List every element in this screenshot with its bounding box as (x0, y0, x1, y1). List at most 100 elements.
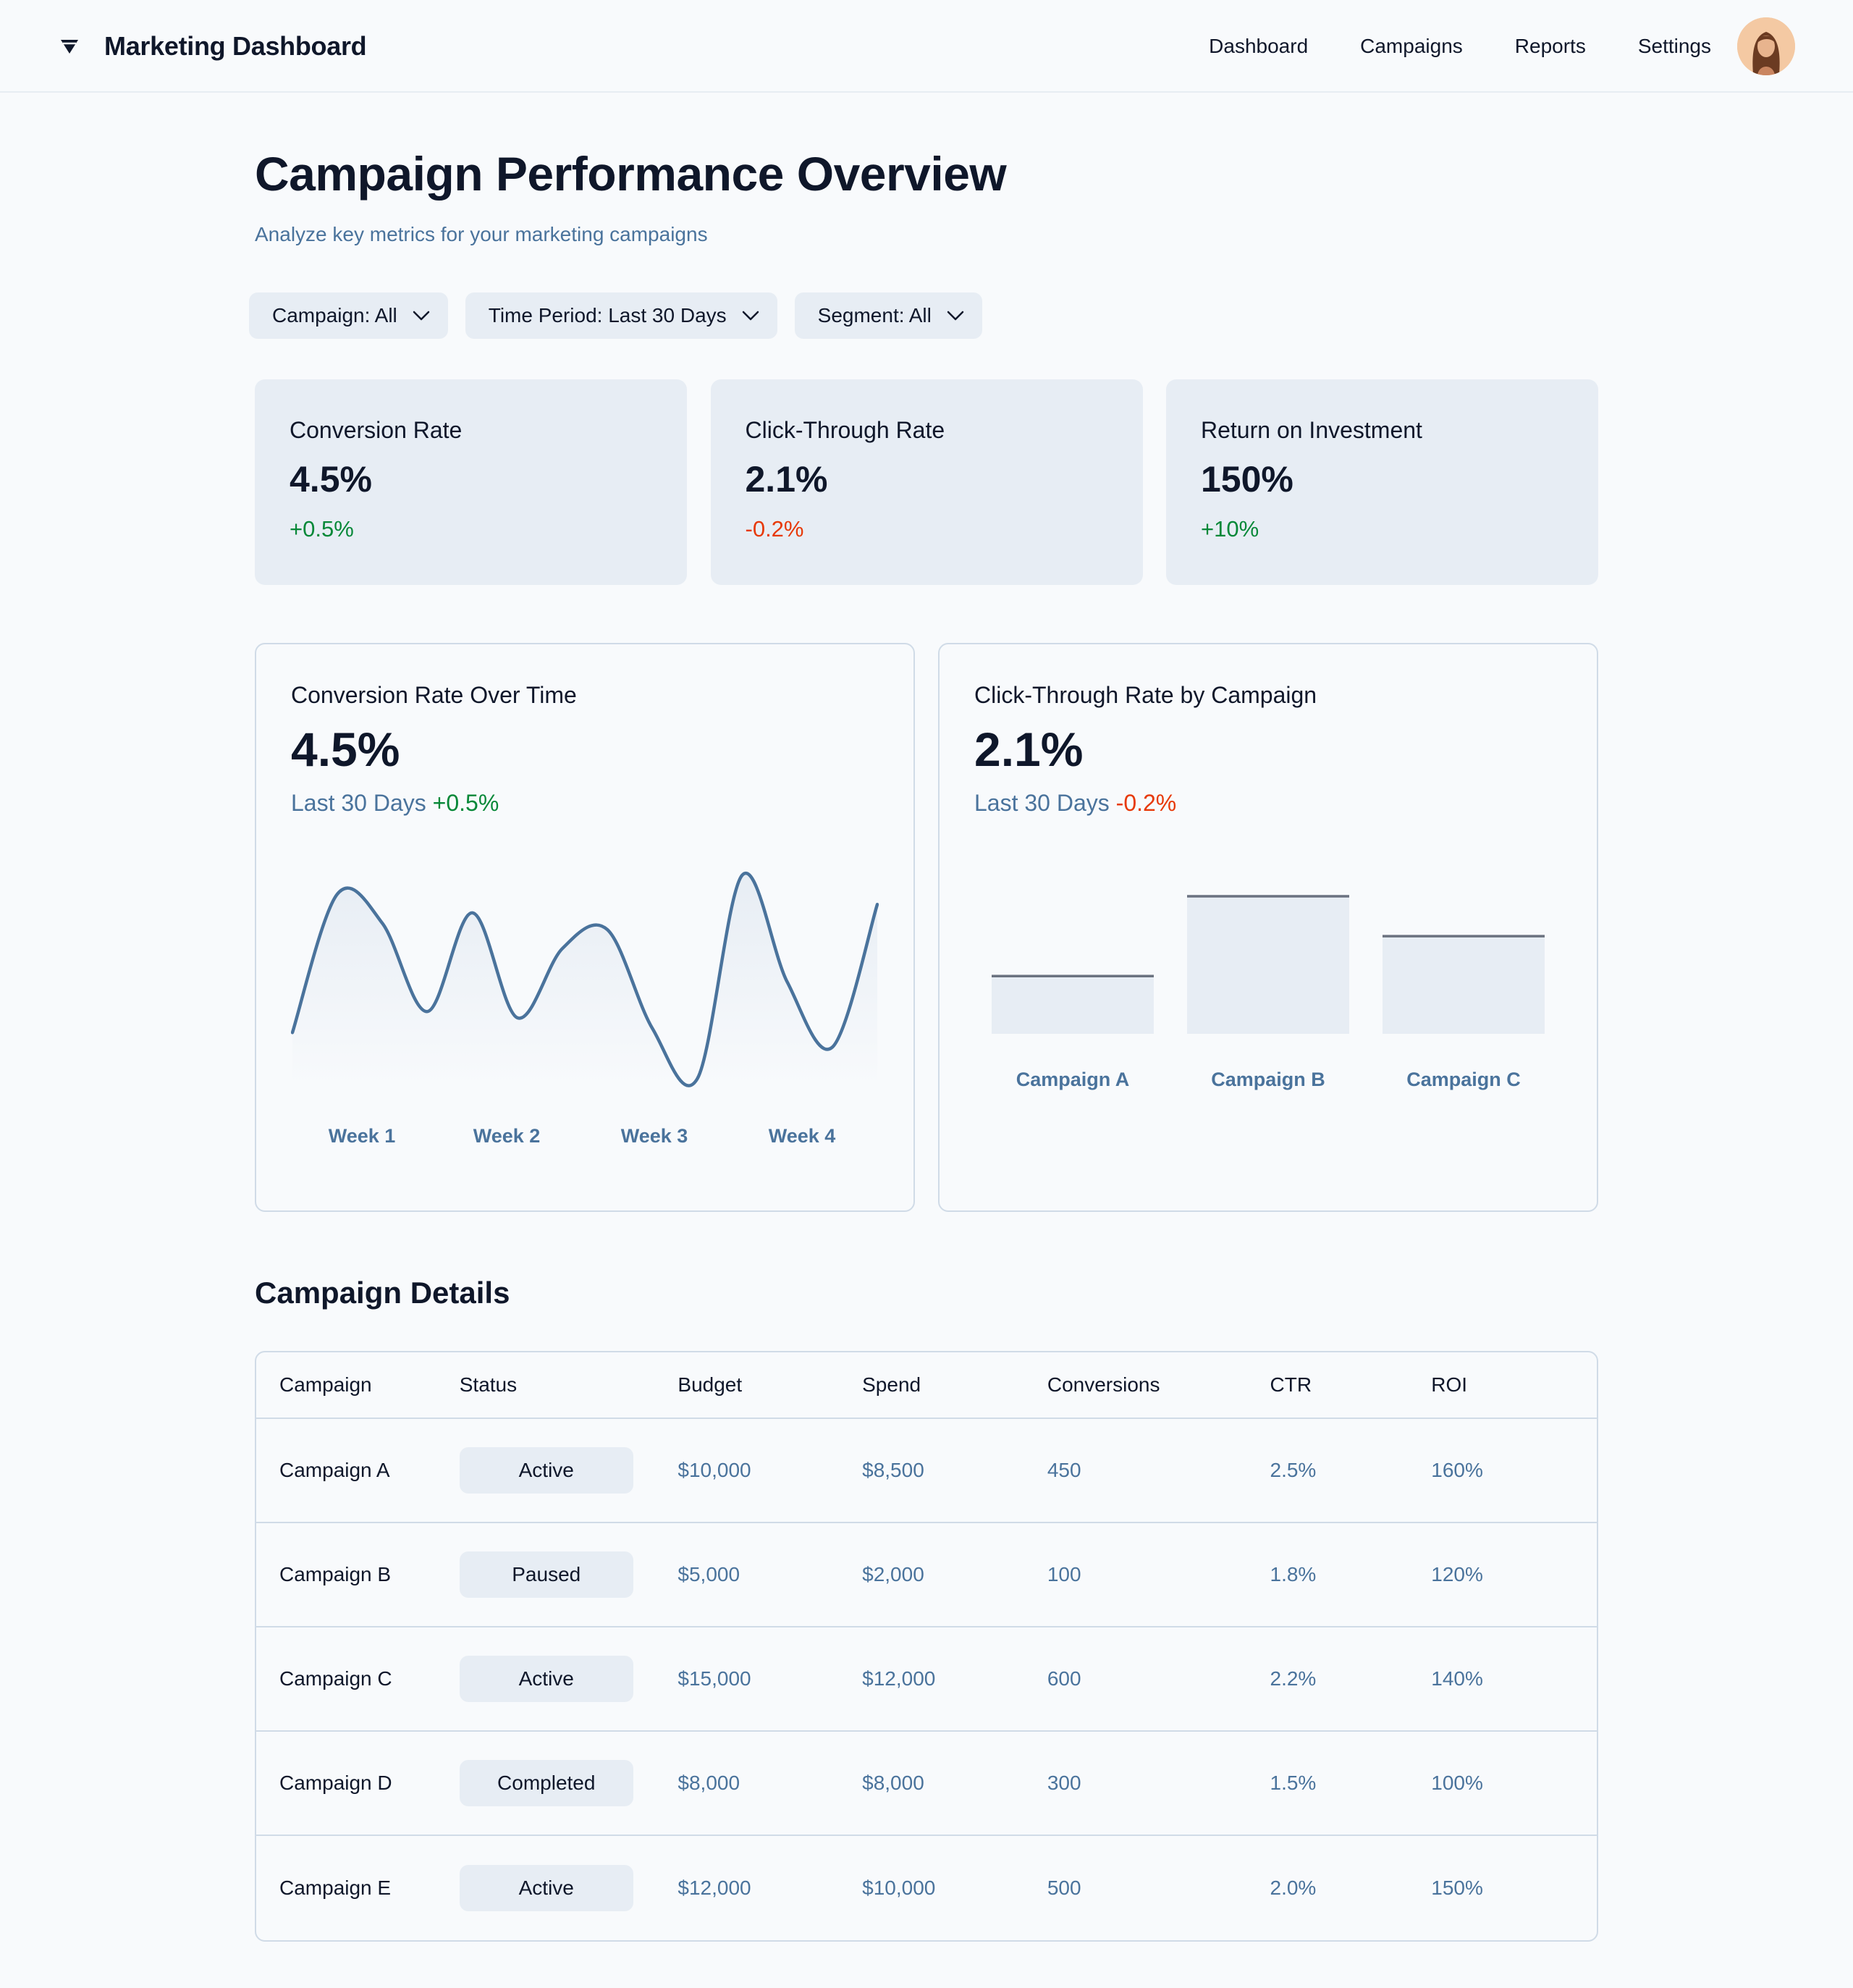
logo-icon (56, 33, 83, 59)
cell-budget: $5,000 (678, 1563, 740, 1585)
chart-subtitle: Last 30 Days +0.5% (291, 790, 879, 817)
cell-ctr: 2.2% (1270, 1667, 1317, 1690)
chart-title: Click-Through Rate by Campaign (974, 682, 1317, 708)
cell-conversions: 300 (1047, 1772, 1081, 1794)
campaign-details-table: Campaign Status Budget Spend Conversions… (255, 1351, 1598, 1942)
cell-roi: 160% (1431, 1459, 1483, 1481)
chart-value: 4.5% (291, 723, 400, 776)
table-row[interactable]: Campaign D Completed $8,000 $8,000 300 1… (256, 1732, 1597, 1836)
cell-conversions: 500 (1047, 1877, 1081, 1899)
cell-spend: $8,000 (862, 1772, 924, 1794)
table-row[interactable]: Campaign B Paused $5,000 $2,000 100 1.8%… (256, 1523, 1597, 1627)
filter-campaign[interactable]: Campaign: All (249, 292, 448, 339)
cell-roi: 150% (1431, 1877, 1483, 1899)
chart-x-tick-label: Week 2 (473, 1125, 541, 1147)
ctr-bar-chart: Campaign A Campaign B Campaign C (992, 895, 1545, 1090)
filter-segment[interactable]: Segment: All (794, 292, 982, 339)
cell-campaign: Campaign E (279, 1877, 392, 1899)
chart-value: 2.1% (974, 723, 1084, 776)
cell-campaign: Campaign A (279, 1459, 390, 1481)
kpi-cards: Conversion Rate 4.5% +0.5% Click-Through… (255, 379, 1598, 585)
top-navigation-bar: Marketing Dashboard Dashboard Campaigns … (0, 0, 1853, 93)
chevron-down-icon (740, 305, 761, 327)
cell-status: Active (459, 1656, 678, 1702)
status-badge[interactable]: Active (459, 1656, 633, 1702)
status-badge[interactable]: Completed (459, 1760, 633, 1806)
chart-bar (1383, 936, 1545, 1034)
chart-category-label: Campaign C (1406, 1069, 1521, 1090)
section-title: Campaign Details (255, 1276, 510, 1310)
cell-ctr: 1.8% (1270, 1563, 1317, 1585)
cell-roi: 120% (1431, 1563, 1483, 1585)
column-header[interactable]: ROI (1431, 1373, 1597, 1397)
filter-segment-label: Segment: All (817, 304, 932, 327)
stat-value: 2.1% (745, 459, 828, 500)
column-header[interactable]: CTR (1270, 1373, 1432, 1397)
cell-spend: $2,000 (862, 1563, 924, 1585)
stat-label: Conversion Rate (290, 417, 463, 443)
column-header[interactable]: Conversions (1047, 1373, 1270, 1397)
cell-conversions: 600 (1047, 1667, 1081, 1690)
cell-spend: $8,500 (862, 1459, 924, 1481)
cell-spend: $10,000 (862, 1877, 936, 1899)
column-header[interactable]: Campaign (256, 1373, 460, 1397)
page-subtitle: Analyze key metrics for your marketing c… (255, 223, 708, 245)
status-badge[interactable]: Active (459, 1865, 633, 1911)
nav-dashboard[interactable]: Dashboard (1209, 35, 1308, 58)
stat-label: Click-Through Rate (745, 417, 945, 443)
stat-delta: +10% (1201, 516, 1259, 542)
column-header[interactable]: Spend (862, 1373, 1047, 1397)
cell-conversions: 450 (1047, 1459, 1081, 1481)
nav-campaigns[interactable]: Campaigns (1360, 35, 1463, 58)
chart-title: Conversion Rate Over Time (291, 682, 577, 708)
stat-delta: -0.2% (745, 516, 804, 542)
chart-period: Last 30 Days (291, 790, 426, 816)
cell-ctr: 1.5% (1270, 1772, 1317, 1794)
cell-budget: $15,000 (678, 1667, 751, 1690)
chart-category-label: Campaign B (1211, 1069, 1325, 1090)
filter-time-period[interactable]: Time Period: Last 30 Days (465, 292, 777, 339)
chart-x-tick-label: Week 3 (621, 1125, 688, 1147)
stat-value: 150% (1201, 459, 1293, 500)
stat-value: 4.5% (290, 459, 372, 500)
cell-ctr: 2.0% (1270, 1877, 1317, 1899)
table-row[interactable]: Campaign A Active $10,000 $8,500 450 2.5… (256, 1419, 1597, 1523)
conversion-rate-chart-card: Conversion Rate Over Time 4.5% Last 30 D… (255, 643, 915, 1212)
table-header-row: Campaign Status Budget Spend Conversions… (256, 1352, 1597, 1419)
table-row[interactable]: Campaign C Active $15,000 $12,000 600 2.… (256, 1627, 1597, 1732)
stat-delta: +0.5% (290, 516, 354, 542)
brand[interactable]: Marketing Dashboard (56, 0, 367, 93)
chart-category-label: Campaign A (1016, 1069, 1130, 1090)
user-avatar[interactable] (1737, 17, 1795, 75)
chevron-down-icon (945, 305, 966, 327)
cell-budget: $10,000 (678, 1459, 751, 1481)
status-badge[interactable]: Active (459, 1447, 633, 1494)
chart-delta: -0.2% (1115, 790, 1177, 816)
app-title: Marketing Dashboard (104, 31, 367, 61)
stat-card-return-on-investment: Return on Investment 150% +10% (1166, 379, 1598, 585)
chart-period: Last 30 Days (974, 790, 1110, 816)
cell-roi: 140% (1431, 1667, 1483, 1690)
chart-bar (1187, 896, 1349, 1034)
chart-delta: +0.5% (432, 790, 499, 816)
column-header[interactable]: Budget (678, 1373, 862, 1397)
cell-status: Active (459, 1865, 678, 1911)
cell-status: Active (459, 1447, 678, 1494)
cell-campaign: Campaign C (279, 1667, 392, 1690)
chart-x-tick-label: Week 4 (769, 1125, 836, 1147)
nav-reports[interactable]: Reports (1515, 35, 1586, 58)
conversion-line-chart: Week 1 Week 2 Week 3 Week 4 (291, 871, 879, 1147)
status-badge[interactable]: Paused (459, 1551, 633, 1598)
cell-status: Completed (459, 1760, 678, 1806)
column-header[interactable]: Status (460, 1373, 678, 1397)
chart-area-fill (292, 873, 877, 1087)
filter-bar: Campaign: All Time Period: Last 30 Days … (249, 292, 1000, 339)
nav-settings[interactable]: Settings (1638, 35, 1711, 58)
charts-row: Conversion Rate Over Time 4.5% Last 30 D… (255, 643, 1598, 1212)
cell-budget: $12,000 (678, 1877, 751, 1899)
cell-spend: $12,000 (862, 1667, 936, 1690)
table-row[interactable]: Campaign E Active $12,000 $10,000 500 2.… (256, 1836, 1597, 1940)
ctr-chart-card: Click-Through Rate by Campaign 2.1% Last… (938, 643, 1598, 1212)
chart-subtitle: Last 30 Days -0.2% (974, 790, 1562, 817)
cell-budget: $8,000 (678, 1772, 740, 1794)
